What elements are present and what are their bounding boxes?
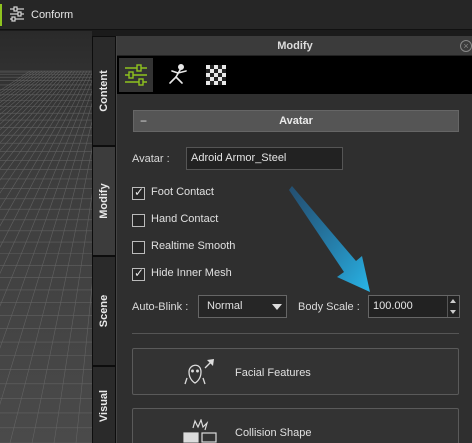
hand-contact-label[interactable]: Hand Contact bbox=[151, 213, 218, 225]
hide-inner-mesh-label[interactable]: Hide Inner Mesh bbox=[151, 267, 232, 279]
tab-content-label: Content bbox=[98, 70, 110, 112]
realtime-smooth-checkbox[interactable] bbox=[132, 241, 145, 254]
check-icon: ✓ bbox=[134, 185, 145, 199]
auto-blink-label: Auto-Blink : bbox=[132, 301, 189, 313]
close-icon[interactable]: × bbox=[460, 40, 472, 52]
panel-title: Modify bbox=[117, 36, 472, 56]
facial-features-icon bbox=[183, 358, 219, 389]
tab-visual-label: Visual bbox=[98, 389, 110, 423]
panel-icon-bar bbox=[117, 56, 472, 94]
body-scale-value[interactable]: 100.000 bbox=[373, 296, 413, 317]
toolbar-accent bbox=[0, 4, 2, 26]
tab-visual[interactable]: Visual bbox=[92, 366, 116, 443]
grid-floor bbox=[0, 31, 92, 443]
pose-icon[interactable] bbox=[161, 58, 195, 92]
tab-content[interactable]: Content bbox=[92, 36, 116, 146]
3d-viewport[interactable] bbox=[0, 31, 92, 443]
checker-icon[interactable] bbox=[199, 58, 233, 92]
avatar-section-header[interactable]: − Avatar bbox=[133, 110, 459, 132]
realtime-smooth-label[interactable]: Realtime Smooth bbox=[151, 240, 235, 252]
facial-features-button[interactable]: Facial Features bbox=[132, 348, 459, 395]
sliders-icon[interactable] bbox=[119, 58, 153, 92]
section-title: Avatar bbox=[279, 115, 313, 127]
side-tab-strip: Content Modify Scene Visual bbox=[92, 36, 116, 443]
tab-modify-label: Modify bbox=[98, 183, 110, 219]
avatar-name-field[interactable]: Adroid Armor_Steel bbox=[186, 147, 343, 170]
auto-blink-value: Normal bbox=[207, 300, 243, 312]
tab-modify[interactable]: Modify bbox=[92, 146, 116, 256]
hide-inner-mesh-checkbox[interactable]: ✓ bbox=[132, 266, 145, 281]
spin-up-icon[interactable] bbox=[450, 299, 456, 303]
conform-button[interactable]: Conform bbox=[8, 4, 73, 26]
foot-contact-checkbox[interactable]: ✓ bbox=[132, 185, 145, 200]
collision-shape-button[interactable]: Collision Shape bbox=[132, 408, 459, 443]
collision-shape-icon bbox=[181, 418, 221, 443]
collision-shape-label: Collision Shape bbox=[235, 427, 312, 439]
auto-blink-select[interactable]: Normal bbox=[198, 295, 287, 318]
spin-buttons bbox=[447, 296, 459, 317]
tab-scene-label: Scene bbox=[98, 294, 110, 328]
facial-features-label: Facial Features bbox=[235, 367, 311, 379]
body-scale-label: Body Scale : bbox=[298, 301, 360, 313]
foot-contact-label[interactable]: Foot Contact bbox=[151, 186, 214, 198]
divider bbox=[132, 333, 459, 334]
avatar-label: Avatar : bbox=[132, 153, 170, 165]
spin-down-icon[interactable] bbox=[450, 310, 456, 314]
conform-label: Conform bbox=[31, 9, 74, 21]
hand-contact-checkbox[interactable] bbox=[132, 214, 145, 227]
tab-scene[interactable]: Scene bbox=[92, 256, 116, 366]
body-scale-spinbox[interactable]: 100.000 bbox=[368, 295, 460, 318]
chevron-down-icon bbox=[272, 304, 282, 310]
check-icon: ✓ bbox=[134, 266, 145, 280]
conform-icon bbox=[8, 5, 26, 25]
top-toolbar: Conform bbox=[0, 0, 472, 30]
